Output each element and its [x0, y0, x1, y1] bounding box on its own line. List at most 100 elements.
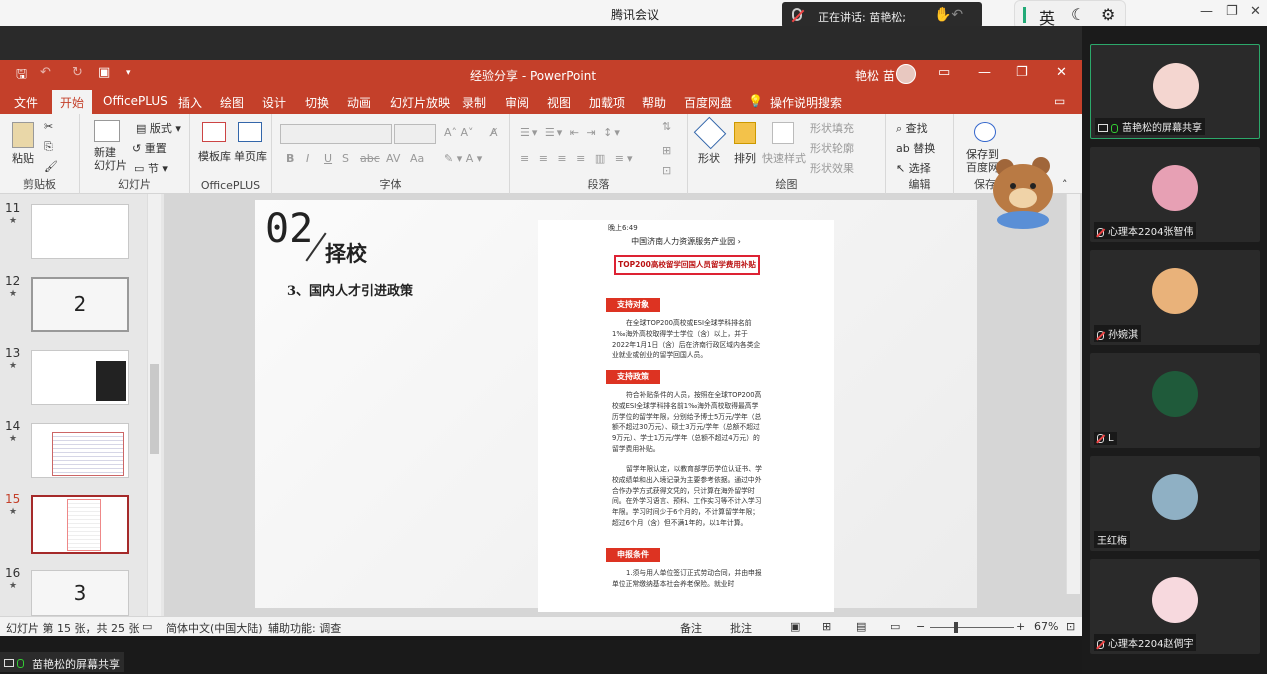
- grow-font-icon[interactable]: A˄ A˅: [444, 126, 474, 139]
- paste-icon[interactable]: [12, 122, 34, 148]
- share-pill[interactable]: 苗艳松的屏幕共享: [0, 652, 124, 672]
- italic-button[interactable]: I: [306, 152, 309, 165]
- participant-tile[interactable]: 王红梅: [1090, 456, 1260, 551]
- reset-button[interactable]: ↺ 重置: [132, 140, 167, 156]
- spellcheck-icon[interactable]: ▭: [142, 620, 152, 633]
- section-button[interactable]: ▭ 节 ▾: [134, 160, 168, 176]
- tab-insert[interactable]: 插入: [178, 94, 202, 111]
- tab-animations[interactable]: 动画: [347, 94, 371, 111]
- tab-officeplus[interactable]: OfficePLUS: [103, 94, 168, 108]
- shapes-button[interactable]: 形状: [698, 150, 720, 166]
- sorter-view-icon[interactable]: ⊞: [822, 620, 831, 633]
- shape-effect-button[interactable]: 形状效果: [810, 160, 854, 176]
- tab-view[interactable]: 视图: [547, 94, 571, 111]
- participant-tile[interactable]: 心理本2204赵倜宇: [1090, 559, 1260, 654]
- customize-icon[interactable]: ▾: [126, 68, 131, 78]
- quick-style-icon[interactable]: [772, 122, 794, 144]
- user-name[interactable]: 艳松 苗: [855, 67, 895, 84]
- scroll-thumb[interactable]: [150, 364, 159, 454]
- moon-icon[interactable]: ☾: [1071, 5, 1085, 24]
- comments-icon[interactable]: ▭: [1054, 94, 1065, 108]
- font-name-select[interactable]: [280, 124, 392, 144]
- baidu-cloud-icon[interactable]: [974, 122, 996, 142]
- copy-icon[interactable]: ⎘: [44, 140, 53, 154]
- accessibility-label[interactable]: 辅助功能: 调查: [268, 620, 341, 636]
- tab-addins[interactable]: 加载项: [589, 94, 625, 111]
- tab-design[interactable]: 设计: [262, 94, 286, 111]
- zoom-in-icon[interactable]: +: [1016, 620, 1025, 633]
- bold-button[interactable]: B: [286, 152, 294, 165]
- slideshow-view-icon[interactable]: ▭: [890, 620, 900, 633]
- maximize-icon[interactable]: ❐: [1226, 4, 1238, 19]
- format-painter-icon[interactable]: 🖌: [44, 160, 58, 173]
- single-page-button[interactable]: 单页库: [234, 148, 267, 164]
- change-case-button[interactable]: Aa: [410, 152, 424, 165]
- shape-fill-button[interactable]: 形状填充: [810, 120, 854, 136]
- new-slide-icon[interactable]: [94, 120, 120, 142]
- ppt-close-icon[interactable]: ✕: [1056, 65, 1067, 80]
- paste-button[interactable]: 粘贴: [12, 150, 34, 166]
- thumbnail-11[interactable]: [31, 204, 129, 259]
- template-icon[interactable]: [202, 122, 226, 142]
- tab-transitions[interactable]: 切换: [305, 94, 329, 111]
- list-icons[interactable]: ☰▾ ☰▾ ⇤ ⇥ ↕▾: [520, 126, 622, 139]
- align-icons[interactable]: ≡ ≡ ≡ ≡ ▥ ≡▾: [520, 152, 635, 165]
- select-button[interactable]: ↖ 选择: [896, 160, 931, 176]
- comments-button[interactable]: 批注: [730, 620, 752, 636]
- tab-home[interactable]: 开始: [52, 90, 93, 114]
- fit-slide-icon[interactable]: ⊡: [1066, 620, 1075, 633]
- phone-screenshot[interactable]: 晚上6:49 中国济南人力资源服务产业园 › TOP200高校留学回国人员留学费…: [538, 220, 834, 612]
- thumbnail-12[interactable]: 2: [31, 277, 129, 332]
- tab-record[interactable]: 录制: [462, 94, 486, 111]
- reading-view-icon[interactable]: ▤: [856, 620, 866, 633]
- tell-me-search[interactable]: 操作说明搜索: [770, 94, 842, 111]
- tab-file[interactable]: 文件: [14, 94, 38, 111]
- arrange-button[interactable]: 排列: [734, 150, 756, 166]
- template-button[interactable]: 模板库: [198, 148, 231, 164]
- strikethrough-button[interactable]: abc: [360, 152, 380, 165]
- shapes-icon[interactable]: [693, 116, 727, 150]
- participant-tile[interactable]: 心理本2204张智伟: [1090, 147, 1260, 242]
- new-slide-button[interactable]: 新建 幻灯片: [94, 146, 127, 172]
- quick-style-button[interactable]: 快速样式: [762, 150, 806, 166]
- thumbnail-14[interactable]: [31, 423, 129, 478]
- ppt-restore-icon[interactable]: ❐: [1016, 65, 1028, 80]
- tab-baidu[interactable]: 百度网盘: [684, 94, 732, 111]
- replace-button[interactable]: ab 替换: [896, 140, 935, 156]
- tab-slideshow[interactable]: 幻灯片放映: [390, 94, 450, 111]
- spacing-button[interactable]: AV: [386, 152, 400, 165]
- gear-icon[interactable]: ⚙: [1101, 5, 1115, 24]
- thumbnail-16[interactable]: 3: [31, 570, 129, 616]
- highlight-icon[interactable]: ✎ ▾ A ▾: [444, 152, 482, 165]
- tab-review[interactable]: 审阅: [505, 94, 529, 111]
- minimize-icon[interactable]: —: [1200, 4, 1213, 19]
- redo-icon[interactable]: ↻: [72, 65, 83, 80]
- shadow-button[interactable]: S: [342, 152, 349, 165]
- participant-tile[interactable]: L: [1090, 353, 1260, 448]
- participant-tile[interactable]: 孙婉淇: [1090, 250, 1260, 345]
- thumbnail-scrollbar[interactable]: [147, 194, 161, 616]
- text-direction-icon[interactable]: ⇅: [662, 120, 671, 133]
- thumbnail-13[interactable]: [31, 350, 129, 405]
- language-label[interactable]: 简体中文(中国大陆): [166, 620, 263, 636]
- zoom-out-icon[interactable]: −: [916, 620, 925, 633]
- zoom-slider-thumb[interactable]: [954, 622, 958, 633]
- undo-icon[interactable]: ↶: [40, 65, 51, 80]
- tab-draw[interactable]: 绘图: [220, 94, 244, 111]
- layout-button[interactable]: ▤ 版式 ▾: [136, 120, 181, 136]
- hand-icon[interactable]: ✋↶: [934, 7, 963, 23]
- thumbnail-15[interactable]: [31, 495, 129, 554]
- underline-button[interactable]: U: [324, 152, 332, 165]
- close-icon[interactable]: ✕: [1250, 4, 1261, 19]
- clear-format-icon[interactable]: A̸: [490, 126, 498, 139]
- tab-help[interactable]: 帮助: [642, 94, 666, 111]
- avatar[interactable]: [896, 64, 916, 84]
- single-page-icon[interactable]: [238, 122, 262, 142]
- ribbon-display-icon[interactable]: ▭: [938, 65, 950, 80]
- align-text-icon[interactable]: ⊞: [662, 144, 671, 157]
- zoom-slider[interactable]: [930, 622, 1014, 633]
- present-icon[interactable]: ▣: [98, 65, 110, 80]
- normal-view-icon[interactable]: ▣: [790, 620, 800, 633]
- cut-icon[interactable]: ✂: [44, 120, 53, 133]
- notes-button[interactable]: 备注: [680, 620, 702, 636]
